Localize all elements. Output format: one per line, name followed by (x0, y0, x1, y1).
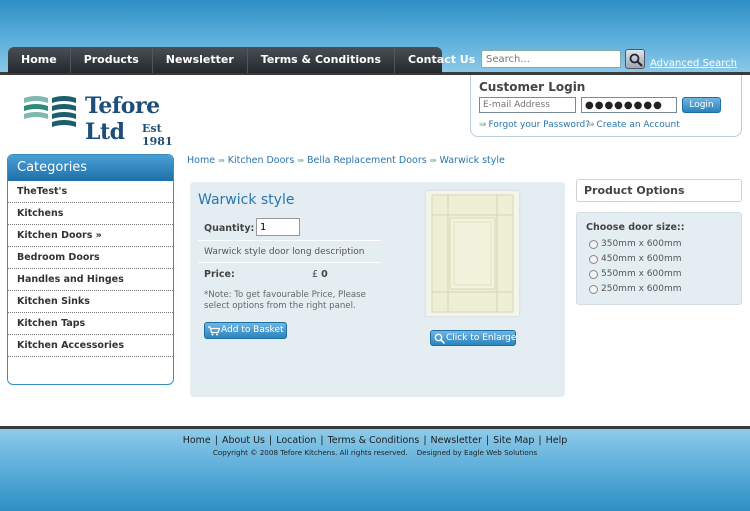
logo-icon (24, 96, 76, 127)
size-option-label: 250mm x 600mm (601, 284, 682, 294)
category-item[interactable]: Kitchens (8, 203, 173, 225)
customer-login-panel: Customer Login Login ⇛Forgot your Passwo… (470, 75, 742, 137)
footer-links: Home | About Us | Location | Terms & Condition… (0, 435, 750, 446)
separator: | (538, 435, 542, 446)
arrow-icon: ⇛ (429, 156, 437, 165)
product-description: Warwick style door long description (204, 247, 365, 257)
nav-newsletter[interactable]: Newsletter (153, 47, 248, 73)
size-option[interactable]: 550mm x 600mm (589, 269, 681, 279)
breadcrumb-kitchen-doors[interactable]: Kitchen Doors (228, 155, 295, 166)
search-input[interactable] (481, 50, 621, 68)
breadcrumb: Home ⇛ Kitchen Doors ⇛ Bella Replacement Doo… (187, 155, 505, 166)
footer-link-location[interactable]: Location (276, 435, 316, 446)
divider (198, 262, 381, 263)
price-note: *Note: To get favourable Price, Please s… (204, 290, 366, 311)
product-image[interactable] (426, 191, 519, 316)
radio-button[interactable] (589, 239, 598, 249)
click-to-enlarge-button[interactable]: Click to Enlarge (430, 330, 516, 346)
footer-link-sitemap[interactable]: Site Map (493, 435, 534, 446)
category-item[interactable]: Handles and Hinges (8, 269, 173, 291)
quantity-field[interactable] (256, 218, 300, 236)
arrow-icon: ⇛ (218, 156, 225, 165)
zoom-icon (434, 333, 445, 344)
arrow-icon: ⇛ (587, 120, 595, 130)
quantity-label: Quantity: (204, 223, 255, 234)
separator: | (320, 435, 324, 446)
copyright-text: Copyright © 2008 Tefore Kitchens. All ri… (212, 448, 538, 457)
forgot-password-label: Forgot your Password? (488, 120, 590, 130)
email-field[interactable] (479, 97, 576, 113)
search-button[interactable] (625, 49, 645, 69)
footer-link-about[interactable]: About Us (222, 435, 265, 446)
footer-link-newsletter[interactable]: Newsletter (431, 435, 482, 446)
divider (198, 240, 381, 241)
size-option[interactable]: 250mm x 600mm (589, 284, 681, 294)
category-item[interactable]: Bedroom Doors (8, 247, 173, 269)
site-logo[interactable]: Tefore Ltd Est 1981 (22, 92, 192, 148)
login-title: Customer Login (479, 80, 586, 94)
password-field[interactable] (581, 97, 677, 113)
advanced-search-link[interactable]: Advanced Search (650, 58, 737, 69)
nav-home[interactable]: Home (8, 47, 71, 73)
search-icon (629, 53, 643, 67)
price-label: Price: (204, 269, 235, 280)
product-options-header: Product Options (576, 179, 742, 202)
forgot-password-link[interactable]: ⇛ Forgot your Password? (479, 120, 590, 130)
separator: | (485, 435, 490, 446)
arrow-icon: ⇛ (479, 120, 487, 130)
price-amount: 0 (321, 269, 328, 280)
category-item[interactable]: TheTest's (8, 181, 173, 203)
product-panel: Warwick style Quantity: Warwick style do… (190, 182, 565, 397)
category-item[interactable]: Kitchen Accessories (8, 335, 173, 357)
footer-link-terms[interactable]: Terms & Conditions (328, 435, 420, 446)
separator: | (423, 435, 427, 446)
radio-button[interactable] (589, 254, 598, 264)
radio-button[interactable] (589, 284, 598, 294)
radio-button[interactable] (589, 269, 598, 279)
categories-panel: Categories TheTest's Kitchens Kitchen Do… (7, 154, 174, 385)
size-option-label: 450mm x 600mm (601, 254, 682, 264)
size-option[interactable]: 350mm x 600mm (589, 239, 681, 249)
nav-products[interactable]: Products (71, 47, 153, 73)
category-item[interactable]: Kitchen Doors » (8, 225, 173, 247)
logo-established: Est 1981 (142, 122, 173, 148)
add-to-basket-button[interactable]: Add to Basket (204, 322, 287, 339)
size-option[interactable]: 450mm x 600mm (589, 254, 681, 264)
size-option-label: 550mm x 600mm (601, 269, 682, 279)
footer: Home | About Us | Location | Terms & Condition… (0, 429, 750, 511)
product-options-panel: Choose door size:: 350mm x 600mm 450mm x… (576, 212, 742, 305)
door-size-title: Choose door size:: (586, 222, 685, 233)
create-account-link[interactable]: ⇛ Create an Account (587, 120, 680, 130)
door-image (431, 194, 514, 313)
create-account-label: Create an Account (596, 120, 680, 130)
separator: | (269, 435, 273, 446)
click-to-enlarge-label: Click to Enlarge (446, 333, 517, 343)
add-to-basket-label: Add to Basket (221, 325, 284, 335)
size-option-label: 350mm x 600mm (601, 239, 682, 249)
breadcrumb-current[interactable]: Warwick style (439, 155, 504, 166)
categories-title: Categories (8, 155, 173, 181)
category-item[interactable]: Kitchen Sinks (8, 291, 173, 313)
breadcrumb-bella-doors[interactable]: Bella Replacement Doors (307, 155, 427, 166)
footer-link-home[interactable]: Home (183, 435, 211, 446)
category-item[interactable]: Kitchen Taps (8, 313, 173, 335)
footer-link-help[interactable]: Help (546, 435, 568, 446)
price-value: £ 0 (312, 269, 328, 280)
price-currency: £ (312, 269, 319, 280)
cart-icon (208, 326, 220, 336)
breadcrumb-home[interactable]: Home (187, 155, 215, 166)
product-title: Warwick style (198, 192, 295, 208)
nav-contact[interactable]: Contact Us (395, 47, 488, 73)
arrow-icon: ⇛ (297, 156, 304, 165)
nav-terms[interactable]: Terms & Conditions (248, 47, 396, 73)
login-button[interactable]: Login (682, 97, 721, 113)
main-nav: Home Products Newsletter Terms & Conditi… (8, 47, 475, 73)
separator: | (214, 435, 218, 446)
